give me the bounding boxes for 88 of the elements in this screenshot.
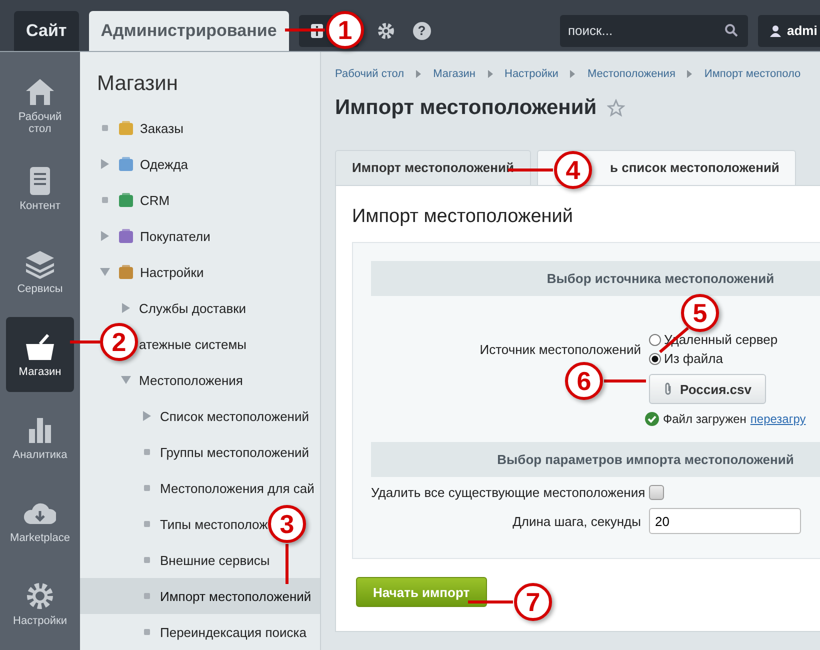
menu-item[interactable]: атежные системы	[139, 336, 246, 352]
sidebar-item[interactable]: Рабочий стол	[6, 68, 74, 143]
sidebar-item[interactable]: Marketplace	[6, 483, 74, 558]
layers-icon	[24, 248, 56, 278]
sidebar-item[interactable]: Магазин	[6, 317, 74, 392]
section-icon	[118, 228, 134, 244]
breadcrumb-link[interactable]: Рабочий стол	[335, 68, 404, 80]
radio-button[interactable]	[649, 334, 661, 346]
menu-item[interactable]: Внешние сервисы	[160, 552, 270, 568]
expand-arrow-icon[interactable]	[101, 159, 109, 169]
basket-icon	[24, 332, 56, 362]
collapse-arrow-icon[interactable]	[121, 376, 131, 384]
field-label: Удалить все существующие местоположения	[371, 485, 646, 500]
sidebar-item[interactable]: Сервисы	[6, 234, 74, 309]
menu-item[interactable]: Переиндексация поиска	[160, 624, 306, 640]
reload-link[interactable]: перезагру	[750, 412, 806, 426]
field-label: Длина шага, секунды	[512, 514, 641, 528]
help-icon[interactable]: ?	[412, 22, 431, 40]
menu-title: Магазин	[96, 71, 180, 97]
collapse-arrow-icon[interactable]	[100, 268, 110, 276]
section-icon	[118, 264, 134, 280]
form-heading: Импорт местоположений	[352, 205, 573, 229]
breadcrumb-arrow-icon	[570, 70, 576, 78]
search-field[interactable]: поиск...	[560, 14, 748, 46]
sidebar-item[interactable]: Аналитика	[6, 400, 74, 475]
breadcrumb-arrow-icon	[416, 70, 422, 78]
leader-line	[70, 340, 100, 344]
radio-label: Из файла	[664, 351, 723, 366]
paperclip-icon	[664, 382, 672, 396]
menu-item[interactable]: Список местоположений	[160, 408, 309, 424]
breadcrumb-arrow-icon	[488, 70, 492, 78]
radio-button[interactable]	[649, 352, 661, 364]
bullet-icon	[144, 449, 150, 455]
top-tab[interactable]: Администрирование	[88, 11, 289, 51]
leader-line	[468, 600, 513, 604]
input-field[interactable]: 20	[649, 508, 801, 534]
home-icon	[24, 76, 56, 106]
menu-item[interactable]: Покупатели	[140, 228, 210, 244]
breadcrumb-link[interactable]: Настройки	[504, 68, 558, 80]
bullet-icon	[102, 197, 108, 203]
breadcrumb-arrow-icon	[687, 70, 692, 78]
expand-arrow-icon[interactable]	[101, 231, 109, 241]
expand-arrow-icon[interactable]	[143, 411, 151, 421]
bullet-icon	[144, 557, 150, 563]
menu-item[interactable]: Типы местополож	[160, 516, 268, 532]
sidebar-item[interactable]: Настройки	[6, 566, 74, 641]
field-label: Источник местоположений	[480, 342, 641, 356]
expand-arrow-icon[interactable]	[122, 303, 130, 313]
menu-item[interactable]: Местоположения для сай	[160, 480, 314, 496]
menu-item[interactable]: Заказы	[140, 120, 184, 136]
menu-item[interactable]: CRM	[140, 192, 170, 208]
section-header: Выбор источника местоположений	[371, 261, 820, 296]
user-button[interactable]: admi	[758, 14, 820, 46]
leader-line	[285, 28, 325, 32]
breadcrumb-link[interactable]: Местоположения	[587, 68, 676, 80]
bullet-icon	[144, 593, 150, 599]
leader-line	[286, 544, 288, 584]
menu-item[interactable]: Настройки	[140, 264, 204, 280]
search-icon[interactable]	[725, 24, 738, 37]
section-icon	[118, 192, 134, 208]
bullet-icon	[144, 521, 150, 527]
top-tab[interactable]: Сайт	[14, 11, 79, 51]
bullet-icon	[102, 125, 108, 131]
menu-item[interactable]: Группы местоположений	[160, 444, 310, 460]
user-name: admi	[787, 23, 818, 38]
search-input[interactable]: поиск...	[566, 22, 725, 39]
settings-icon[interactable]	[376, 22, 395, 40]
user-icon	[770, 24, 781, 36]
page-title: Импорт местоположений	[335, 96, 597, 120]
star-icon[interactable]	[606, 99, 625, 117]
bullet-icon	[144, 629, 150, 635]
bullet-icon	[144, 485, 150, 491]
checkbox[interactable]	[649, 485, 664, 500]
status-text: Файл загружен	[663, 412, 746, 426]
menu-item[interactable]: Службы доставки	[139, 300, 246, 316]
settings-icon	[24, 580, 56, 610]
section-header: Выбор параметров импорта местоположений	[371, 442, 820, 477]
leader-line	[604, 380, 646, 382]
menu-item[interactable]: Местоположения	[139, 372, 243, 388]
sidebar-item[interactable]: Контент	[6, 151, 74, 226]
tab[interactable]: Импорт местоположений	[335, 150, 531, 185]
menu-item[interactable]: Одежда	[140, 156, 188, 172]
section-icon	[118, 120, 134, 136]
file-button[interactable]: Россия.csv	[649, 374, 766, 404]
check-circle-icon	[645, 412, 659, 426]
section-icon	[118, 156, 134, 172]
breadcrumb-link[interactable]: Магазин	[433, 68, 476, 80]
breadcrumb-link[interactable]: Импорт местополо	[704, 68, 801, 80]
